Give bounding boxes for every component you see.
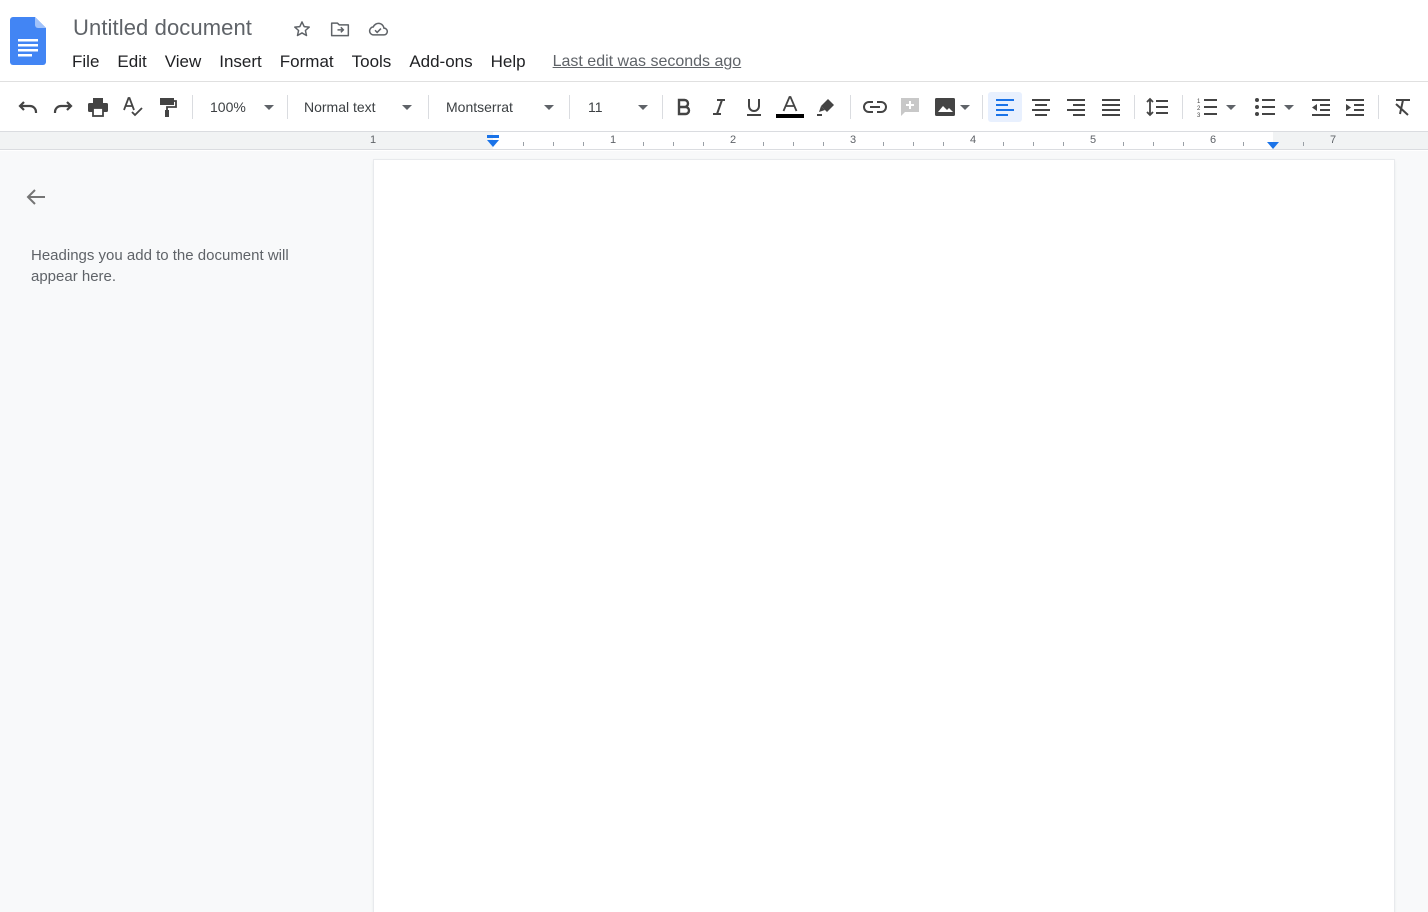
numbered-list-icon[interactable]: 123: [1190, 92, 1242, 122]
zoom-value: 100%: [210, 99, 246, 115]
document-canvas: Headings you add to the document will ap…: [0, 151, 1428, 912]
chevron-down-icon: [402, 104, 412, 110]
insert-image-icon[interactable]: [930, 92, 974, 122]
document-title[interactable]: Untitled document: [73, 15, 252, 41]
underline-icon[interactable]: [740, 92, 768, 122]
font-family-select[interactable]: Montserrat: [438, 92, 562, 122]
formatting-toolbar: 100% Normal text Montserrat 11 1 2 3: [0, 82, 1428, 132]
chevron-down-icon: [264, 104, 274, 110]
menu-view[interactable]: View: [165, 51, 202, 73]
horizontal-ruler[interactable]: 1 1 2 3 4 5 6 7: [0, 132, 1428, 150]
paragraph-style-value: Normal text: [304, 99, 376, 115]
chevron-down-icon: [960, 104, 970, 110]
chevron-down-icon: [1226, 104, 1236, 110]
line-spacing-icon[interactable]: [1142, 92, 1172, 122]
italic-icon[interactable]: [705, 92, 733, 122]
paint-format-icon[interactable]: [154, 92, 182, 122]
cloud-saved-icon[interactable]: [364, 17, 392, 41]
insert-link-icon[interactable]: [860, 92, 890, 122]
ruler-number: 1: [609, 134, 617, 146]
zoom-select[interactable]: 100%: [202, 92, 282, 122]
svg-text:1: 1: [1197, 99, 1201, 105]
paragraph-style-select[interactable]: Normal text: [296, 92, 420, 122]
move-to-folder-icon[interactable]: [326, 17, 354, 41]
left-indent-marker-icon[interactable]: [486, 135, 500, 148]
last-edit-link[interactable]: Last edit was seconds ago: [553, 51, 742, 73]
menu-tools[interactable]: Tools: [352, 51, 392, 73]
highlight-color-icon[interactable]: [812, 92, 840, 122]
menu-edit[interactable]: Edit: [117, 51, 146, 73]
text-color-bar: [776, 114, 804, 118]
align-right-icon[interactable]: [1061, 92, 1091, 122]
bulleted-list-icon[interactable]: [1248, 92, 1300, 122]
menu-insert[interactable]: Insert: [219, 51, 262, 73]
print-icon[interactable]: [84, 92, 112, 122]
align-justify-icon[interactable]: [1096, 92, 1126, 122]
document-page[interactable]: [374, 160, 1394, 912]
close-outline-arrow-icon[interactable]: [23, 186, 49, 208]
increase-indent-icon[interactable]: [1340, 92, 1370, 122]
chevron-down-icon: [638, 104, 648, 110]
right-indent-marker-icon[interactable]: [1266, 138, 1280, 149]
menu-format[interactable]: Format: [280, 51, 334, 73]
menu-file[interactable]: File: [72, 51, 99, 73]
align-left-icon[interactable]: [988, 92, 1022, 122]
svg-text:3: 3: [1197, 113, 1201, 117]
redo-icon[interactable]: [49, 92, 77, 122]
bold-icon[interactable]: [670, 92, 698, 122]
decrease-indent-icon[interactable]: [1306, 92, 1336, 122]
text-color-icon[interactable]: [775, 92, 805, 122]
ruler-number: 4: [969, 134, 977, 146]
spellcheck-icon[interactable]: [119, 92, 147, 122]
chevron-down-icon: [544, 104, 554, 110]
chevron-down-icon: [1284, 104, 1294, 110]
outline-empty-hint: Headings you add to the document will ap…: [31, 247, 289, 285]
ruler-number: 6: [1209, 134, 1217, 146]
clear-formatting-icon[interactable]: [1388, 92, 1418, 122]
ruler-number: 3: [849, 134, 857, 146]
ruler-number: 5: [1089, 134, 1097, 146]
ruler-number: 1: [369, 134, 377, 146]
app-header: Untitled document File Edit View Insert …: [0, 0, 1428, 82]
menu-add-ons[interactable]: Add-ons: [409, 51, 472, 73]
document-outline-panel: Headings you add to the document will ap…: [0, 151, 370, 912]
menu-help[interactable]: Help: [491, 51, 526, 73]
ruler-number: 2: [729, 134, 737, 146]
svg-text:2: 2: [1197, 106, 1201, 112]
font-size-value: 11: [588, 99, 603, 115]
font-size-select[interactable]: 11: [578, 92, 656, 122]
insert-comment-icon[interactable]: [896, 92, 924, 122]
font-family-value: Montserrat: [446, 99, 513, 115]
align-center-icon[interactable]: [1026, 92, 1056, 122]
star-icon[interactable]: [288, 17, 316, 41]
docs-logo-icon[interactable]: [10, 17, 46, 65]
ruler-number: 7: [1329, 134, 1337, 146]
undo-icon[interactable]: [14, 92, 42, 122]
menu-bar: File Edit View Insert Format Tools Add-o…: [72, 51, 741, 73]
